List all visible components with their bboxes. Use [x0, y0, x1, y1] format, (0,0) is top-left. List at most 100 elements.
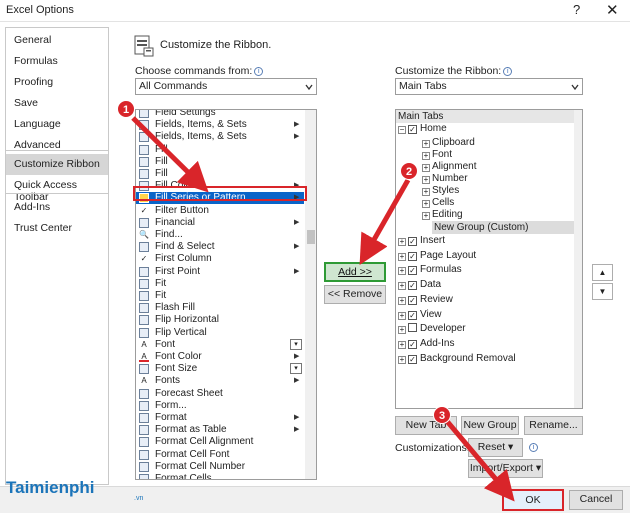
command-item[interactable]: Fill	[136, 156, 304, 168]
checkbox-checked-icon[interactable]: ✓	[408, 295, 417, 305]
move-up-button[interactable]: ▲	[592, 264, 613, 281]
choose-commands-select[interactable]: All Commands	[135, 78, 317, 95]
nav-item-trust-center[interactable]: Trust Center	[6, 218, 108, 239]
move-down-button[interactable]: ▼	[592, 283, 613, 300]
expand-icon[interactable]: +	[422, 188, 430, 196]
tree-group-item[interactable]: + Styles	[422, 185, 459, 197]
tree-tab-item[interactable]: + ✓ View	[398, 309, 442, 321]
tree-tab-item[interactable]: + ✓ Page Layout	[398, 250, 476, 262]
command-item[interactable]: Font Size ▾	[136, 363, 304, 375]
nav-item-add-ins[interactable]: Add-Ins	[6, 197, 108, 218]
command-item[interactable]: Flip Vertical	[136, 327, 304, 339]
command-item[interactable]: Flash Fill	[136, 302, 304, 314]
commands-list[interactable]: Field Settings Fields, Items, & Sets ▶ Fiel…	[135, 109, 317, 480]
nav-item-language[interactable]: Language	[6, 114, 108, 135]
command-item[interactable]: Format Cell Alignment	[136, 436, 304, 448]
command-item[interactable]: First Point ▶	[136, 266, 304, 278]
command-item[interactable]: Forecast Sheet	[136, 388, 304, 400]
tree-tab-item[interactable]: + ✓ Background Removal	[398, 353, 516, 365]
command-item[interactable]: Fit	[136, 290, 304, 302]
tree-scrollbar[interactable]	[574, 110, 582, 408]
tree-tab-item[interactable]: + ✓ Formulas	[398, 264, 462, 276]
expand-icon[interactable]: +	[398, 340, 406, 349]
tree-group-item[interactable]: + Font	[422, 149, 452, 161]
expand-icon[interactable]: +	[422, 140, 430, 148]
nav-item-save[interactable]: Save	[6, 93, 108, 114]
tree-group-item[interactable]: + Alignment	[422, 161, 476, 173]
command-item[interactable]: A Font ▾	[136, 338, 304, 351]
customize-ribbon-select[interactable]: Main Tabs	[395, 78, 583, 95]
nav-item-formulas[interactable]: Formulas	[6, 51, 108, 72]
expand-icon[interactable]: +	[398, 355, 406, 364]
command-item[interactable]: Fill	[136, 144, 304, 156]
command-item[interactable]: Find & Select ▶	[136, 241, 304, 253]
command-item[interactable]: Format Cell Font	[136, 449, 304, 461]
command-item[interactable]: Format ▶	[136, 412, 304, 424]
nav-item-customize-ribbon[interactable]: Customize Ribbon	[6, 154, 108, 175]
command-item[interactable]: Fill Series or Pattern ▶	[136, 192, 304, 205]
checkbox-unchecked-icon[interactable]	[408, 323, 417, 333]
command-item[interactable]: A Fonts ▶	[136, 375, 304, 387]
checkbox-checked-icon[interactable]: ✓	[408, 354, 417, 364]
tree-tab-item[interactable]: + ✓ Insert	[398, 235, 445, 247]
expand-icon[interactable]: +	[422, 152, 430, 160]
command-item[interactable]: Fill	[136, 168, 304, 180]
tree-tab-item[interactable]: + ✓ Data	[398, 279, 441, 291]
tree-tab-home[interactable]: − ✓ Home	[398, 123, 447, 135]
command-item[interactable]: Field Settings	[136, 110, 304, 119]
nav-item-proofing[interactable]: Proofing	[6, 72, 108, 93]
tree-tab-item[interactable]: + ✓ Add-Ins	[398, 338, 454, 350]
tree-group-item[interactable]: + Editing	[422, 209, 463, 221]
collapse-icon[interactable]: −	[398, 126, 406, 134]
commands-scrollbar[interactable]	[305, 110, 316, 479]
command-item[interactable]: A Font Color ▶	[136, 351, 304, 363]
command-item[interactable]: Format Cell Number	[136, 461, 304, 473]
expand-icon[interactable]: +	[398, 238, 406, 246]
checkbox-checked-icon[interactable]: ✓	[408, 339, 417, 349]
command-item[interactable]: Fields, Items, & Sets ▶	[136, 131, 304, 143]
expand-icon[interactable]: +	[422, 212, 430, 220]
checkbox-checked-icon[interactable]: ✓	[408, 310, 417, 320]
checkbox-checked-icon[interactable]: ✓	[408, 125, 417, 134]
cancel-button[interactable]: Cancel	[569, 490, 623, 510]
command-item[interactable]: Fields, Items, & Sets ▶	[136, 119, 304, 131]
add-button[interactable]: Add >>	[324, 262, 386, 282]
command-item[interactable]: 🔍 Find...	[136, 229, 304, 241]
nav-item-advanced[interactable]: Advanced	[6, 135, 108, 156]
tree-group-item[interactable]: + Clipboard	[422, 137, 475, 149]
ribbon-tree[interactable]: Main Tabs − ✓ Home + Clipboard + Font + Alignme…	[395, 109, 583, 409]
tree-group-item[interactable]: + Cells	[422, 197, 454, 209]
new-group-button[interactable]: New Group	[461, 416, 519, 435]
checkbox-checked-icon[interactable]: ✓	[408, 266, 417, 276]
command-item[interactable]: Flip Horizontal	[136, 314, 304, 326]
help-button[interactable]: ?	[573, 2, 580, 17]
command-item[interactable]: Fill Color ▶	[136, 180, 304, 192]
command-item[interactable]: Financial ▶	[136, 217, 304, 229]
scroll-thumb[interactable]	[307, 230, 315, 244]
tree-tab-item[interactable]: + Developer	[398, 323, 466, 335]
tree-new-group-highlight[interactable]: New Group (Custom)	[432, 221, 574, 234]
expand-icon[interactable]: +	[422, 164, 430, 172]
tree-tab-item[interactable]: + ✓ Review	[398, 294, 453, 306]
nav-item-general[interactable]: General	[6, 30, 108, 51]
command-item[interactable]: ✓ Filter Button	[136, 205, 304, 217]
expand-icon[interactable]: +	[398, 311, 406, 320]
expand-icon[interactable]: +	[398, 326, 406, 335]
command-item[interactable]: Form...	[136, 400, 304, 412]
checkbox-checked-icon[interactable]: ✓	[408, 251, 417, 261]
command-item[interactable]: Fit	[136, 278, 304, 290]
close-button[interactable]: ✕	[606, 1, 619, 19]
remove-button[interactable]: << Remove	[324, 285, 386, 304]
expand-icon[interactable]: +	[398, 296, 406, 305]
reset-button[interactable]: Reset ▾	[468, 438, 523, 457]
command-item[interactable]: Format Cells	[136, 473, 304, 479]
command-item[interactable]: Format as Table ▶	[136, 424, 304, 436]
expand-icon[interactable]: +	[398, 252, 406, 261]
expand-icon[interactable]: +	[422, 200, 430, 208]
tree-group-item[interactable]: + Number	[422, 173, 468, 185]
expand-icon[interactable]: +	[398, 267, 406, 276]
import-export-button[interactable]: Import/Export ▾	[468, 459, 543, 478]
command-item[interactable]: ✓ First Column	[136, 253, 304, 265]
checkbox-checked-icon[interactable]: ✓	[408, 237, 417, 246]
ok-button[interactable]: OK	[502, 489, 564, 511]
